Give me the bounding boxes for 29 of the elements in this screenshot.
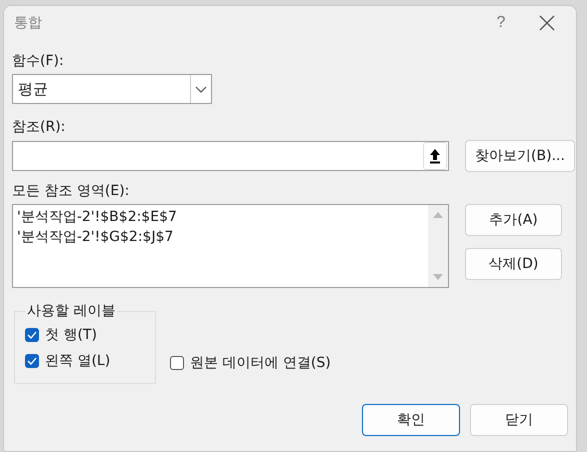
scrollbar[interactable] [428,205,448,287]
reference-field[interactable] [12,141,449,171]
function-label: 함수(F): [12,52,64,70]
checkbox[interactable] [170,356,184,370]
list-action-button[interactable]: 추가(A) [465,204,562,236]
checkbox-label: 원본 데이터에 연결(S) [190,354,331,372]
dialog-button[interactable]: 확인 [362,404,460,436]
group-title: 사용할 레이블 [26,302,116,320]
close-icon [539,15,555,31]
scroll-down-icon [433,274,443,281]
function-dropdown[interactable]: 평균 [12,74,212,104]
help-button[interactable]: ? [478,8,524,38]
checkbox-label: 첫 행(T) [45,326,97,344]
scroll-up-icon [433,211,443,218]
checkbox[interactable] [25,328,39,342]
reference-item[interactable]: '분석작업-2'!$B$2:$E$7 [17,207,177,227]
all-references-label: 모든 참조 영역(E): [12,182,130,200]
checkbox-label: 왼쪽 열(L) [45,352,110,370]
checkbox[interactable] [25,354,39,368]
list-action-button[interactable]: 삭제(D) [465,248,562,280]
reference-label: 참조(R): [12,118,66,136]
collapse-button[interactable] [423,142,447,170]
chevron-down-icon [195,86,207,92]
browse-button[interactable]: 찾아보기(B)... [465,140,575,172]
dialog-button[interactable]: 닫기 [470,404,568,436]
window-title: 통합 [14,14,43,32]
upload-arrow-icon [429,148,441,164]
reference-item[interactable]: '분석작업-2'!$G$2:$J$7 [17,227,174,247]
references-list[interactable]: '분석작업-2'!$B$2:$E$7 '분석작업-2'!$G$2:$J$7 [12,204,449,288]
